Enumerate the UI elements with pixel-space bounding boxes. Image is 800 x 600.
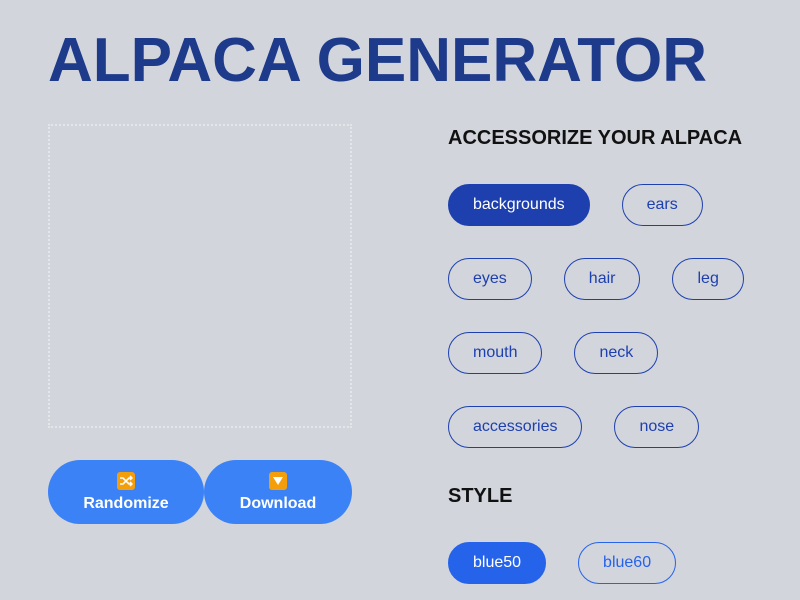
accessory-chip-nose[interactable]: nose xyxy=(614,406,700,448)
style-chip-blue50[interactable]: blue50 xyxy=(448,542,547,584)
accessory-chip-hair[interactable]: hair xyxy=(563,258,641,300)
alpaca-generator-page: ALPACA GENERATOR Randomize Download ACCE… xyxy=(0,0,800,600)
download-arrow-icon xyxy=(269,471,287,490)
download-label: Download xyxy=(239,494,317,512)
accessory-chip-leg[interactable]: leg xyxy=(672,258,744,300)
accessory-row: backgrounds ears xyxy=(448,184,788,226)
style-heading: STYLE xyxy=(448,485,513,507)
app-title: ALPACA GENERATOR xyxy=(48,26,708,95)
shuffle-icon xyxy=(117,471,135,490)
alpaca-preview-canvas xyxy=(48,124,352,428)
style-chip-blue60[interactable]: blue60 xyxy=(578,542,677,584)
controls-panel: ACCESSORIZE YOUR ALPACA backgrounds ears… xyxy=(448,124,788,584)
accessorize-heading: ACCESSORIZE YOUR ALPACA xyxy=(448,127,743,149)
style-row: blue50 blue60 xyxy=(448,542,788,584)
accessory-row: eyes hair leg xyxy=(448,258,788,300)
action-buttons: Randomize Download xyxy=(48,460,352,524)
accessory-chip-eyes[interactable]: eyes xyxy=(448,258,532,300)
randomize-button[interactable]: Randomize xyxy=(48,460,204,524)
randomize-label: Randomize xyxy=(83,494,169,512)
accessory-chip-neck[interactable]: neck xyxy=(574,332,659,374)
accessory-chip-accessories[interactable]: accessories xyxy=(448,406,583,448)
accessory-row: mouth neck xyxy=(448,332,788,374)
download-button[interactable]: Download xyxy=(204,460,352,524)
accessory-chip-backgrounds[interactable]: backgrounds xyxy=(448,184,590,226)
accessory-row: accessories nose xyxy=(448,406,788,448)
accessory-chip-mouth[interactable]: mouth xyxy=(448,332,543,374)
accessory-chip-ears[interactable]: ears xyxy=(621,184,703,226)
